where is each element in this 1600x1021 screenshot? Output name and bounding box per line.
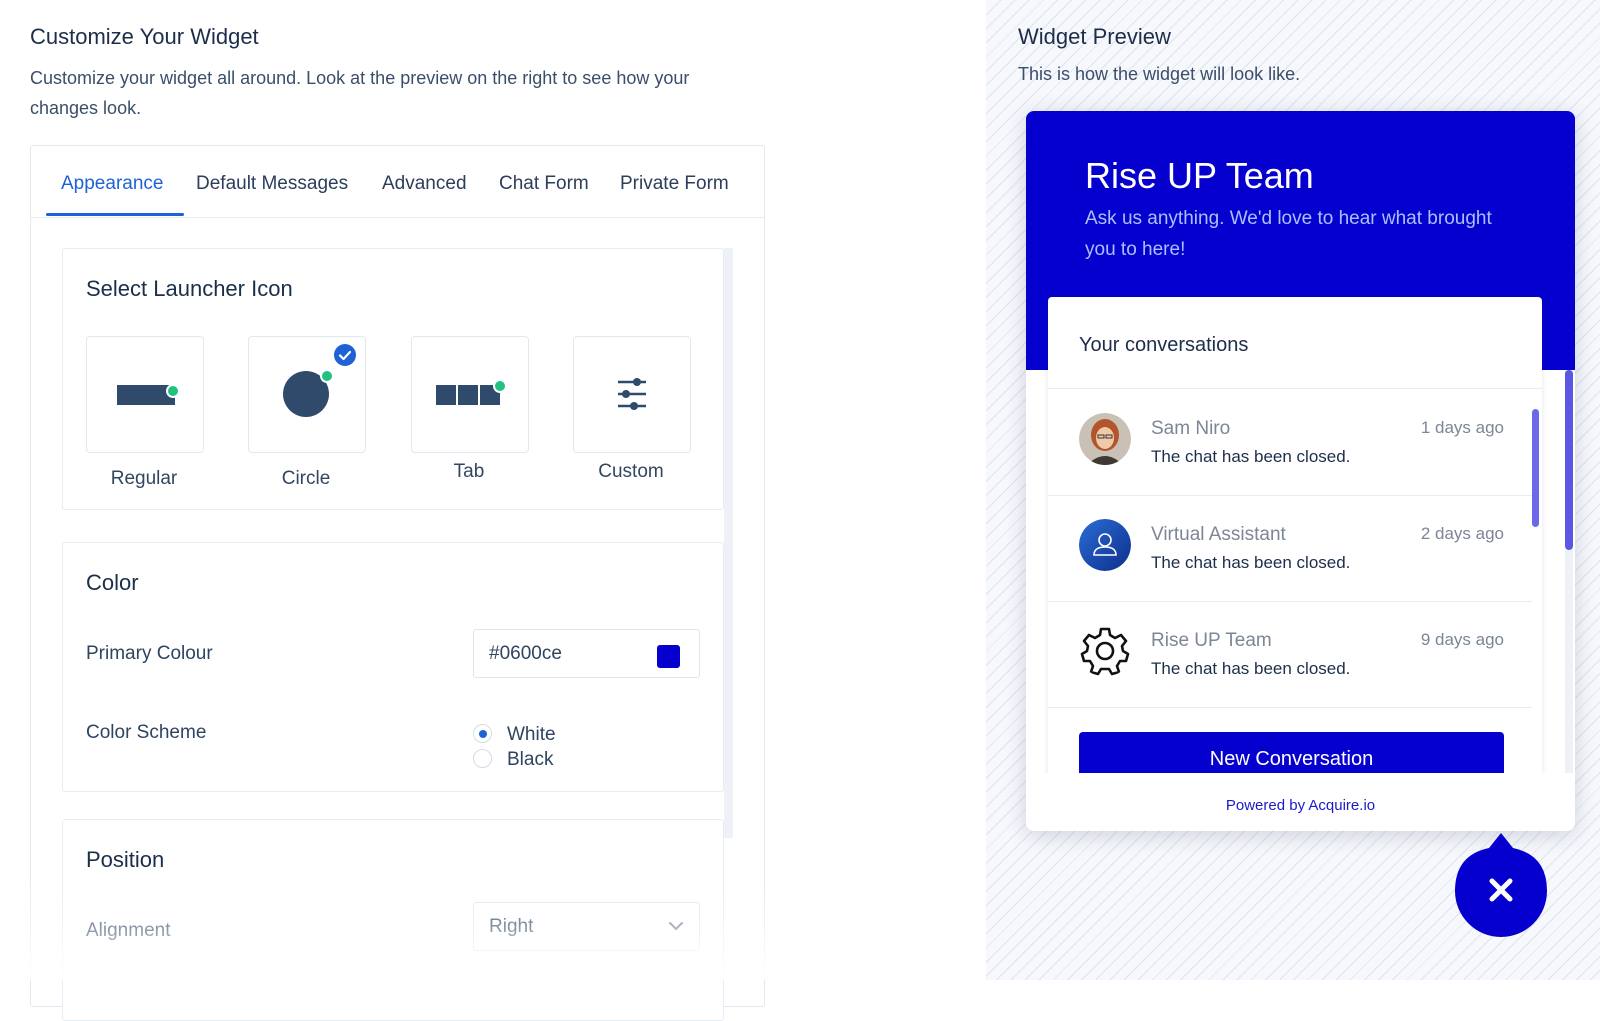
widget-team-name: Rise UP Team xyxy=(1085,155,1314,196)
scheme-black-label: Black xyxy=(507,749,554,770)
conversation-time: 1 days ago xyxy=(1420,418,1504,437)
gear-icon xyxy=(1079,625,1131,677)
settings-card: Appearance Default Messages Advanced Cha… xyxy=(30,145,765,1021)
tab-launcher-icon xyxy=(436,379,507,405)
conversation-message: The chat has been closed. xyxy=(1151,659,1351,678)
position-section: Position Alignment Right xyxy=(62,819,724,1021)
alignment-select[interactable]: Right xyxy=(473,902,700,951)
color-scheme-label: Color Scheme xyxy=(86,722,207,743)
primary-colour-value: #0600ce xyxy=(489,643,562,664)
scheme-black-radio[interactable] xyxy=(473,749,492,768)
launcher-label-regular: Regular xyxy=(110,468,178,489)
chat-widget-preview: Rise UP Team Ask us anything. We'd love … xyxy=(1026,111,1575,831)
chevron-down-icon xyxy=(669,922,683,931)
active-tab-indicator xyxy=(46,213,184,216)
regular-launcher-icon xyxy=(117,384,180,405)
tab-appearance[interactable]: Appearance xyxy=(61,173,163,195)
launcher-label-tab: Tab xyxy=(453,461,485,482)
color-swatch[interactable] xyxy=(657,645,680,668)
conversation-message: The chat has been closed. xyxy=(1151,553,1351,572)
tab-private-form[interactable]: Private Form xyxy=(620,173,729,195)
conversation-row[interactable]: Sam Niro 1 days ago The chat has been cl… xyxy=(1048,389,1532,496)
widget-footer: Powered by Acquire.io xyxy=(1026,773,1575,831)
launcher-label-custom: Custom xyxy=(598,461,664,482)
settings-scrollbar[interactable] xyxy=(724,248,733,838)
widget-subtitle: Ask us anything. We'd love to hear what … xyxy=(1085,208,1492,260)
page-title: Customize Your Widget xyxy=(30,24,259,49)
photo-avatar xyxy=(1079,413,1131,465)
powered-by-link[interactable]: Powered by Acquire.io xyxy=(1026,797,1575,814)
scheme-white-radio[interactable] xyxy=(473,724,492,743)
customize-panel: Customize Your Widget Customize your wid… xyxy=(0,0,986,1021)
conversation-message: The chat has been closed. xyxy=(1151,447,1351,466)
close-icon xyxy=(1455,833,1547,937)
color-section-title: Color xyxy=(86,570,139,595)
widget-scrollbar-thumb[interactable] xyxy=(1565,370,1573,550)
tab-chat-form[interactable]: Chat Form xyxy=(499,173,589,195)
conversations-card: Your conversations Sam Niro 1 days ago T… xyxy=(1048,297,1542,817)
conversations-scrollbar[interactable] xyxy=(1532,409,1539,527)
alignment-label: Alignment xyxy=(86,920,171,941)
user-icon xyxy=(1079,519,1131,571)
conversation-name: Virtual Assistant xyxy=(1151,524,1286,545)
conversation-name: Sam Niro xyxy=(1151,418,1231,439)
conversation-time: 9 days ago xyxy=(1420,630,1504,649)
tab-default-messages[interactable]: Default Messages xyxy=(196,173,348,195)
tab-advanced[interactable]: Advanced xyxy=(382,173,467,195)
page-description: Customize your widget all around. Look a… xyxy=(30,68,690,118)
conversations-title: Your conversations xyxy=(1079,334,1249,356)
tab-bar: Appearance Default Messages Advanced Cha… xyxy=(31,146,764,218)
selected-check-icon xyxy=(334,344,356,366)
conversation-row[interactable]: Rise UP Team 9 days ago The chat has bee… xyxy=(1048,601,1532,708)
launcher-option-custom[interactable] xyxy=(573,336,691,453)
preview-description: This is how the widget will look like. xyxy=(1018,64,1301,84)
launcher-section-title: Select Launcher Icon xyxy=(86,276,293,301)
launcher-option-regular[interactable] xyxy=(86,336,204,453)
alignment-value: Right xyxy=(489,916,534,937)
preview-panel: Widget Preview This is how the widget wi… xyxy=(986,0,1600,980)
widget-scrollbar[interactable] xyxy=(1565,370,1573,810)
launcher-section: Select Launcher Icon Regular Circle Tab … xyxy=(62,248,724,510)
conversation-name: Rise UP Team xyxy=(1151,630,1272,651)
launcher-option-circle[interactable] xyxy=(248,336,366,453)
widget-launcher-button[interactable] xyxy=(1455,833,1547,937)
primary-colour-label: Primary Colour xyxy=(86,643,213,664)
conversation-time: 2 days ago xyxy=(1420,524,1504,543)
launcher-option-tab[interactable] xyxy=(411,336,529,453)
color-section: Color Primary Colour #0600ce Color Schem… xyxy=(62,542,724,792)
position-section-title: Position xyxy=(86,847,165,872)
conversation-row[interactable]: Virtual Assistant 2 days ago The chat ha… xyxy=(1048,495,1532,602)
scheme-white-label: White xyxy=(507,724,556,745)
primary-colour-input[interactable]: #0600ce xyxy=(473,629,700,678)
launcher-label-circle: Circle xyxy=(281,468,331,489)
sliders-icon xyxy=(618,378,646,410)
preview-title: Widget Preview xyxy=(1018,24,1171,49)
